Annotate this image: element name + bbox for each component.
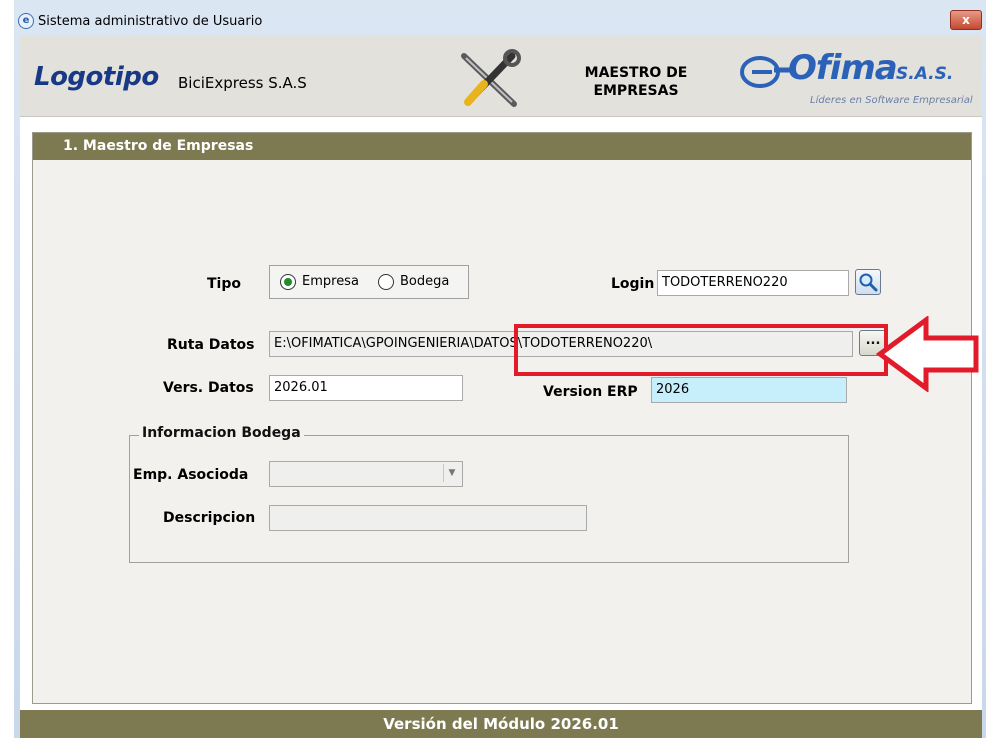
app-header: Logotipo BiciExpress S.A.S MAESTRO DE EM… [20, 36, 982, 117]
bodega-group-title: Informacion Bodega [139, 425, 304, 441]
brand-tagline: Líderes en Software Empresarial [810, 95, 973, 106]
search-icon [859, 273, 878, 292]
module-version-footer: Versión del Módulo 2026.01 [20, 710, 982, 738]
ofima-logo-icon [740, 56, 790, 88]
vers-label: Vers. Datos [163, 380, 254, 396]
title-bar: e Sistema administrativo de Usuario x [14, 6, 986, 36]
tipo-radio-group: Empresa Bodega [269, 265, 469, 299]
radio-bodega[interactable] [378, 274, 394, 290]
module-title: MAESTRO DE EMPRESAS [576, 64, 696, 100]
vers-field[interactable]: 2026.01 [269, 375, 463, 401]
chevron-down-icon[interactable]: ▼ [443, 464, 460, 482]
login-label: Login [611, 276, 655, 292]
brand-name: Ofima [788, 48, 898, 88]
window-title: Sistema administrativo de Usuario [38, 13, 263, 29]
emp-asocioda-select[interactable] [269, 461, 463, 487]
radio-empresa[interactable] [280, 274, 296, 290]
login-field[interactable]: TODOTERRENO220 [657, 270, 849, 296]
erp-field[interactable]: 2026 [651, 377, 847, 403]
annotation-arrow-icon [876, 316, 979, 392]
descripcion-label: Descripcion [163, 510, 256, 526]
app-window: e Sistema administrativo de Usuario x Lo… [14, 0, 986, 738]
annotation-highlight-box [514, 324, 888, 376]
tipo-label: Tipo [207, 276, 241, 292]
company-name: BiciExpress S.A.S [178, 74, 307, 92]
bodega-groupbox [129, 435, 849, 563]
radio-empresa-label[interactable]: Empresa [302, 274, 359, 289]
app-icon: e [18, 13, 34, 29]
login-search-button[interactable] [855, 269, 881, 295]
company-logo: Logotipo [34, 62, 159, 92]
close-button[interactable]: x [950, 10, 982, 30]
client-area: Logotipo BiciExpress S.A.S MAESTRO DE EM… [20, 36, 982, 738]
emp-asocioda-label: Emp. Asocioda [133, 467, 249, 483]
radio-bodega-label[interactable]: Bodega [400, 274, 449, 289]
ruta-label: Ruta Datos [167, 337, 255, 353]
brand-suffix: S.A.S. [896, 64, 954, 84]
tools-icon [461, 49, 521, 107]
module-title-line1: MAESTRO DE [584, 65, 688, 81]
descripcion-field[interactable] [269, 505, 587, 531]
module-title-line2: EMPRESAS [593, 83, 679, 99]
form-panel: 1. Maestro de Empresas Tipo Empresa Bode… [32, 132, 972, 704]
section-title: 1. Maestro de Empresas [33, 133, 971, 160]
erp-label: Version ERP [543, 384, 638, 400]
